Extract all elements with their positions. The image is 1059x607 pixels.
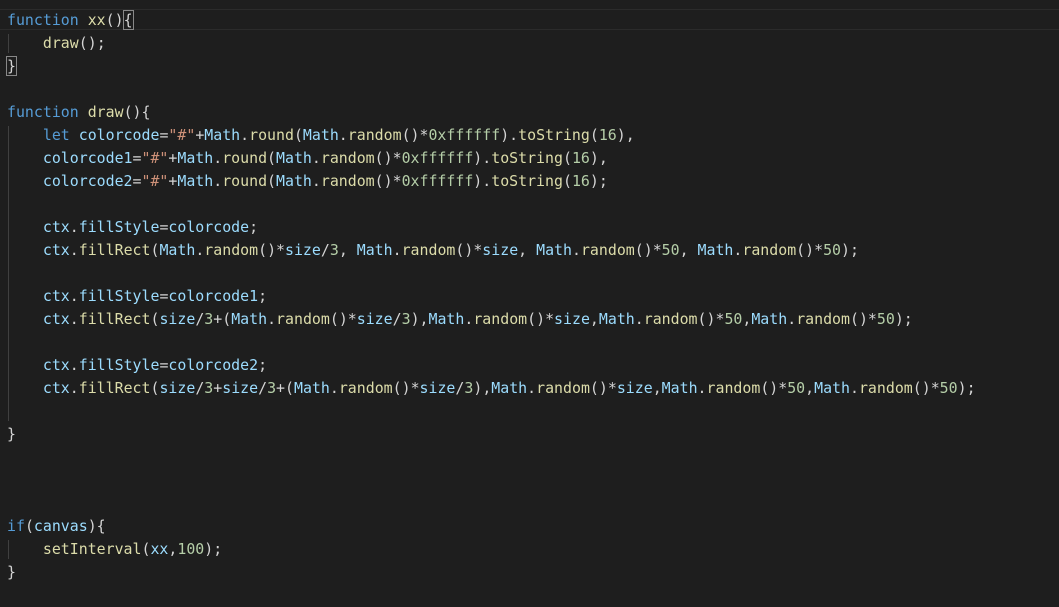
code-line[interactable]: if(canvas){ xyxy=(7,515,106,538)
code-line[interactable]: function draw(){ xyxy=(7,101,150,124)
code-line[interactable]: draw(); xyxy=(7,32,106,55)
code-line[interactable]: ctx.fillStyle=colorcode; xyxy=(7,216,258,239)
code-line[interactable]: ctx.fillStyle=colorcode1; xyxy=(7,285,267,308)
code-line[interactable]: ctx.fillRect(size/3+size/3+(Math.random(… xyxy=(7,377,976,400)
code-line[interactable]: ctx.fillRect(size/3+(Math.random()*size/… xyxy=(7,308,913,331)
code-line[interactable]: setInterval(xx,100); xyxy=(7,538,222,561)
code-line[interactable]: colorcode1="#"+Math.round(Math.random()*… xyxy=(7,147,608,170)
code-line[interactable]: let colorcode="#"+Math.round(Math.random… xyxy=(7,124,635,147)
code-line[interactable]: colorcode2="#"+Math.round(Math.random()*… xyxy=(7,170,608,193)
code-line[interactable]: } xyxy=(7,423,16,446)
code-line[interactable]: } xyxy=(6,55,17,78)
code-line[interactable]: ctx.fillStyle=colorcode2; xyxy=(7,354,267,377)
code-editor[interactable]: function xx(){ draw();} function draw(){ … xyxy=(0,9,1059,607)
current-line-highlight xyxy=(0,9,1059,30)
code-line[interactable]: } xyxy=(7,561,16,584)
code-line[interactable]: ctx.fillRect(Math.random()*size/3, Math.… xyxy=(7,239,859,262)
code-line[interactable]: function xx(){ xyxy=(7,9,134,32)
